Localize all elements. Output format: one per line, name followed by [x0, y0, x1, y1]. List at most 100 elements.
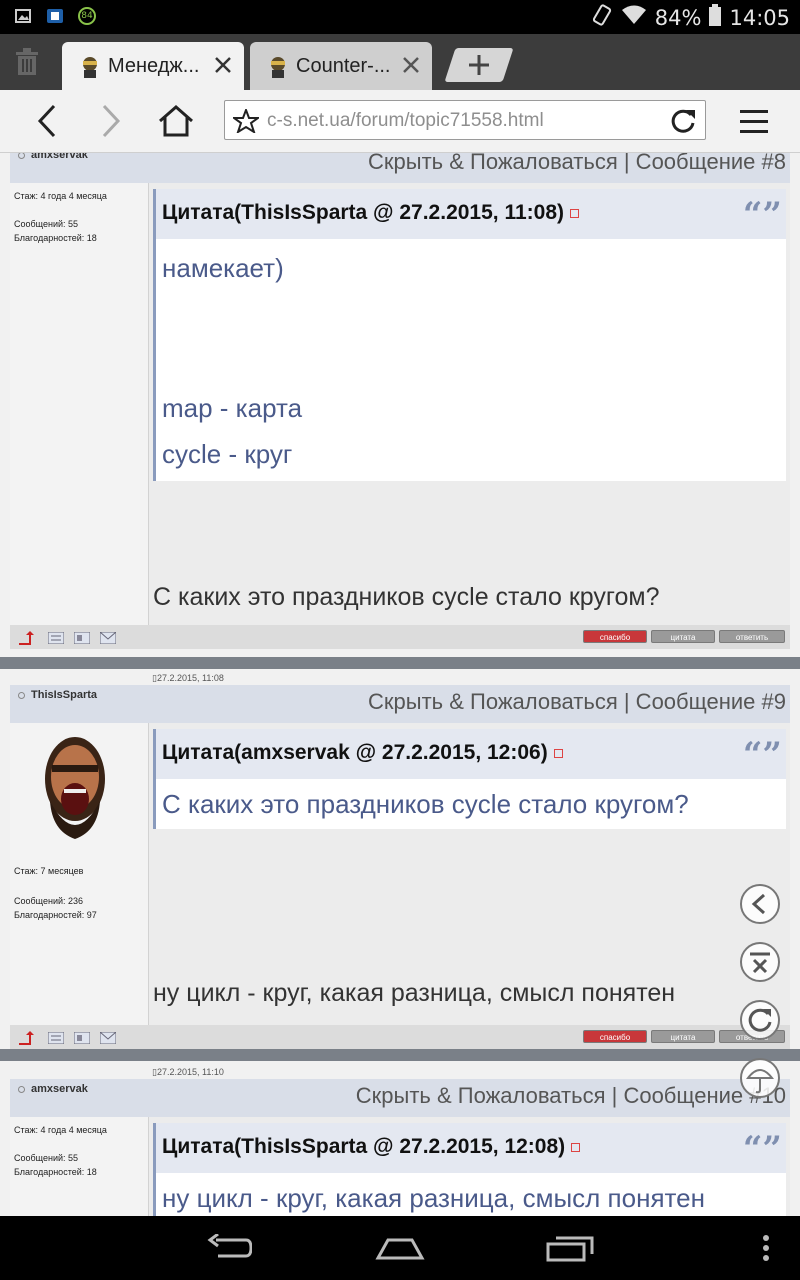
- profile-icon[interactable]: [47, 1031, 65, 1049]
- post-author[interactable]: amxservak: [18, 1083, 88, 1095]
- user-thanks: Благодарностей: 18: [14, 233, 97, 243]
- quote-title: Цитата(amxservak @ 27.2.2015, 12:06): [162, 741, 548, 764]
- home-icon[interactable]: [158, 104, 194, 143]
- quote-link-icon[interactable]: [570, 208, 579, 218]
- thanks-button[interactable]: спасибо: [583, 630, 647, 643]
- post-header: ▯27.2.2015, 11:10 amxservak Скрыть & Пож…: [10, 1067, 790, 1117]
- tab-bar: Менедж... Counter-...: [0, 34, 800, 90]
- site-favicon-icon: [80, 56, 100, 83]
- quote-line: намекает): [162, 253, 284, 283]
- close-tab-icon: [750, 952, 770, 974]
- post-separator: [0, 657, 800, 669]
- url-field[interactable]: c-s.net.ua/forum/topic71558.html: [224, 100, 706, 140]
- user-messages: Сообщений: 55: [14, 1153, 79, 1163]
- post-actions[interactable]: Скрыть & Пожаловаться | Сообщение #10: [356, 1083, 786, 1109]
- user-experience: Стаж: 7 месяцев: [14, 866, 84, 876]
- badge-notification-icon: 84: [78, 7, 96, 25]
- umbrella-icon: [745, 1069, 775, 1094]
- post-author[interactable]: ThisIsSparta: [18, 689, 97, 701]
- quote-block: Цитата(ThisIsSparta @ 27.2.2015, 12:08) …: [153, 1123, 786, 1216]
- quote-line: map - карта: [162, 393, 303, 423]
- quote-line: cycle - круг: [162, 439, 293, 469]
- status-bar: 84 84% 14:05: [0, 0, 800, 34]
- post-body: Цитата(amxservak @ 27.2.2015, 12:06) “” …: [149, 723, 790, 1025]
- chevron-left-icon: [751, 893, 766, 915]
- post-date: ▯27.2.2015, 11:08: [152, 673, 224, 683]
- avatar: [40, 731, 110, 854]
- post-footer: спасибо цитата ответить: [10, 1025, 790, 1049]
- app-notification-icon: [46, 7, 64, 25]
- thanks-button[interactable]: спасибо: [583, 1030, 647, 1043]
- user-messages: Сообщений: 236: [14, 896, 84, 906]
- toolbar: c-s.net.ua/forum/topic71558.html: [0, 90, 800, 153]
- screen-rotation-icon: [591, 4, 613, 31]
- back-icon[interactable]: [36, 104, 58, 143]
- trash-icon[interactable]: [14, 48, 40, 81]
- go-top-icon[interactable]: [18, 631, 36, 650]
- user-info: Стаж: 7 месяцев Сообщений: 236 Благодарн…: [10, 723, 149, 1025]
- user-experience: Стаж: 4 года 4 месяца: [14, 1125, 107, 1135]
- quote-block: Цитата(ThisIsSparta @ 27.2.2015, 11:08) …: [153, 189, 786, 481]
- forum-page: amxservak Скрыть & Пожаловаться | Сообще…: [0, 153, 800, 1216]
- mail-icon[interactable]: [99, 1031, 117, 1049]
- recent-apps-icon[interactable]: [546, 1234, 596, 1267]
- quote-mark-icon: “”: [742, 1129, 782, 1169]
- quote-button[interactable]: цитата: [651, 1030, 715, 1043]
- quote-title: Цитата(ThisIsSparta @ 27.2.2015, 11:08): [162, 201, 564, 224]
- reload-icon[interactable]: [669, 107, 697, 140]
- forward-icon[interactable]: [100, 104, 122, 143]
- post-footer: спасибо цитата ответить: [10, 625, 790, 649]
- post-header: amxservak Скрыть & Пожаловаться | Сообще…: [10, 153, 790, 183]
- reload-float-button[interactable]: [740, 1000, 780, 1040]
- quote-link-icon[interactable]: [571, 1142, 581, 1152]
- quote-header: Цитата(ThisIsSparta @ 27.2.2015, 11:08) …: [156, 189, 786, 239]
- tab-inactive[interactable]: Counter-...: [250, 42, 432, 90]
- tab-title: Менедж...: [108, 55, 200, 77]
- post-actions[interactable]: Скрыть & Пожаловаться | Сообщение #9: [368, 689, 786, 715]
- close-tab-icon[interactable]: [402, 56, 420, 79]
- reply-button[interactable]: ответить: [719, 630, 785, 643]
- mail-icon[interactable]: [99, 631, 117, 649]
- tab-title: Counter-...: [296, 55, 391, 77]
- wifi-icon: [621, 5, 647, 30]
- user-info: Стаж: 4 года 4 месяца Сообщений: 55 Благ…: [10, 1117, 149, 1216]
- close-tab-float-button[interactable]: [740, 942, 780, 982]
- card-icon[interactable]: [73, 1031, 91, 1049]
- post-header: ▯27.2.2015, 11:08 ThisIsSparta Скрыть & …: [10, 673, 790, 723]
- battery-icon: [709, 4, 722, 31]
- clock: 14:05: [729, 5, 790, 30]
- quote-mark-icon: “”: [742, 735, 782, 775]
- post-body: Цитата(ThisIsSparta @ 27.2.2015, 12:08) …: [149, 1117, 790, 1216]
- post-author[interactable]: amxservak: [18, 153, 88, 161]
- bookmark-star-icon[interactable]: [230, 107, 262, 138]
- post-text: С каких это праздников cycle стало круго…: [153, 583, 660, 611]
- umbrella-float-button[interactable]: [740, 1058, 780, 1098]
- quote-title: Цитата(ThisIsSparta @ 27.2.2015, 12:08): [162, 1135, 566, 1158]
- user-experience: Стаж: 4 года 4 месяца: [14, 191, 107, 201]
- profile-icon[interactable]: [47, 631, 65, 649]
- url-text: c-s.net.ua/forum/topic71558.html: [267, 110, 544, 131]
- card-icon[interactable]: [73, 631, 91, 649]
- quote-mark-icon: “”: [742, 195, 782, 235]
- close-tab-icon[interactable]: [214, 56, 232, 79]
- menu-icon[interactable]: [740, 110, 768, 139]
- page-back-button[interactable]: [740, 884, 780, 924]
- plus-icon: [466, 52, 492, 83]
- image-notification-icon: [14, 7, 32, 25]
- post-actions[interactable]: Скрыть & Пожаловаться | Сообщение #8: [368, 153, 786, 175]
- system-nav-bar: [0, 1216, 800, 1280]
- home-nav-icon[interactable]: [374, 1234, 426, 1267]
- user-messages: Сообщений: 55: [14, 219, 79, 229]
- quote-block: Цитата(amxservak @ 27.2.2015, 12:06) “” …: [153, 729, 786, 829]
- post-body: Цитата(ThisIsSparta @ 27.2.2015, 11:08) …: [149, 183, 790, 625]
- tab-active[interactable]: Менедж...: [62, 42, 244, 90]
- overflow-menu-icon[interactable]: [762, 1234, 770, 1267]
- quote-button[interactable]: цитата: [651, 630, 715, 643]
- user-info: Стаж: 4 года 4 месяца Сообщений: 55 Благ…: [10, 183, 149, 625]
- quote-link-icon[interactable]: [553, 748, 563, 758]
- post-date: ▯27.2.2015, 11:10: [152, 1067, 224, 1077]
- go-top-icon[interactable]: [18, 1031, 36, 1050]
- back-nav-icon[interactable]: [206, 1232, 253, 1267]
- quote-header: Цитата(ThisIsSparta @ 27.2.2015, 12:08) …: [156, 1123, 786, 1173]
- quote-header: Цитата(amxservak @ 27.2.2015, 12:06) “”: [156, 729, 786, 779]
